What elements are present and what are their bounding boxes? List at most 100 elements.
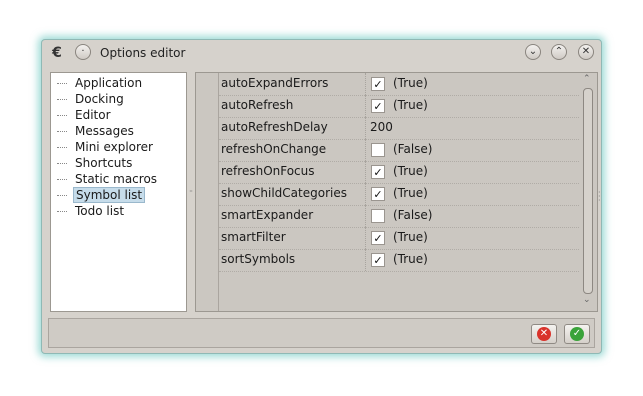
property-name: refreshOnChange [221, 142, 327, 156]
column-separator [365, 227, 366, 249]
tree-item-label: Shortcuts [75, 156, 133, 170]
checkmark-icon: ✓ [373, 254, 383, 267]
tree-item-label: Docking [75, 92, 124, 106]
property-grid[interactable]: ⌃ ⌄ autoExpandErrors ✓ (True) autoRefresh ✓ (… [195, 72, 598, 312]
tree-item[interactable]: Mini explorer [57, 139, 155, 155]
tree-item-label: Application [75, 76, 143, 90]
scroll-up-icon[interactable]: ⌃ [583, 74, 591, 84]
checkmark-icon: ✓ [373, 166, 383, 179]
property-checkbox[interactable]: ✓ [371, 99, 385, 113]
property-row[interactable]: smartFilter ✓ (True) [219, 227, 579, 250]
scroll-down-icon[interactable]: ⌄ [583, 295, 591, 305]
column-separator [365, 73, 366, 95]
property-name: sortSymbols [221, 252, 296, 266]
property-checkbox[interactable]: ✓ [371, 187, 385, 201]
grid-gutter [196, 73, 219, 311]
tree-branch-line [57, 195, 67, 196]
vertical-scrollbar[interactable]: ⌃ ⌄ [580, 74, 596, 310]
scrollbar-thumb[interactable] [583, 88, 593, 294]
property-row[interactable]: smartExpander (False) [219, 205, 579, 228]
property-name: smartFilter [221, 230, 286, 244]
minimize-button[interactable]: ⌄ [525, 44, 541, 60]
property-row[interactable]: refreshOnFocus ✓ (True) [219, 161, 579, 184]
tree-item[interactable]: Editor [57, 107, 113, 123]
property-row[interactable]: showChildCategories ✓ (True) [219, 183, 579, 206]
app-logo-icon[interactable]: € [49, 45, 65, 61]
ok-button[interactable]: ✓ [564, 324, 590, 344]
close-icon: ✕ [581, 46, 591, 57]
tree-item[interactable]: Symbol list [57, 187, 146, 203]
property-name: autoExpandErrors [221, 76, 329, 90]
grip-icon: ·· [189, 187, 193, 196]
column-separator [365, 249, 366, 271]
tree-branch-line [57, 115, 67, 116]
property-value: (True) [393, 76, 428, 90]
column-separator [365, 205, 366, 227]
checkmark-icon: ✓ [373, 78, 383, 91]
column-separator [365, 161, 366, 183]
close-button[interactable]: ✕ [578, 44, 594, 60]
column-separator [365, 139, 366, 161]
property-value: (False) [393, 208, 433, 222]
tree-item[interactable]: Todo list [57, 203, 126, 219]
menu-dot-button[interactable]: · [75, 44, 91, 60]
tree-item-label: Symbol list [73, 187, 146, 203]
property-checkbox[interactable]: ✓ [371, 77, 385, 91]
property-value: (True) [393, 186, 428, 200]
property-name: autoRefresh [221, 98, 294, 112]
checkmark-icon: ✓ [373, 232, 383, 245]
tree-item[interactable]: Application [57, 75, 144, 91]
tree-branch-line [57, 99, 67, 100]
property-row[interactable]: refreshOnChange (False) [219, 139, 579, 162]
cancel-button[interactable]: ✕ [531, 324, 557, 344]
property-value: (True) [393, 230, 428, 244]
property-value: (False) [393, 142, 433, 156]
property-value: (True) [393, 98, 428, 112]
property-row[interactable]: autoRefreshDelay 200 [219, 117, 579, 140]
tree-branch-line [57, 147, 67, 148]
side-grip-icon: · · · [598, 188, 601, 205]
window-title: Options editor [100, 46, 186, 60]
property-checkbox[interactable]: ✓ [371, 165, 385, 179]
category-tree[interactable]: Application Docking Editor Messages Mini exp… [50, 72, 187, 312]
property-row[interactable]: autoExpandErrors ✓ (True) [219, 73, 579, 96]
property-name: refreshOnFocus [221, 164, 315, 178]
property-name: showChildCategories [221, 186, 347, 200]
tree-item[interactable]: Docking [57, 91, 126, 107]
options-editor-window: € · Options editor ⌄ ⌃ ✕ Application Dock… [41, 39, 602, 354]
tree-item-label: Todo list [75, 204, 125, 218]
checkmark-icon: ✓ [373, 188, 383, 201]
tree-item-label: Static macros [75, 172, 158, 186]
column-separator [365, 95, 366, 117]
property-value-input[interactable]: 200 [370, 120, 393, 134]
tree-item[interactable]: Shortcuts [57, 155, 134, 171]
property-name: autoRefreshDelay [221, 120, 328, 134]
tree-branch-line [57, 163, 67, 164]
tree-branch-line [57, 131, 67, 132]
property-value: (True) [393, 164, 428, 178]
cancel-icon: ✕ [537, 327, 551, 341]
chevron-up-icon: ⌃ [554, 46, 564, 57]
splitter-handle[interactable]: ·· [188, 72, 194, 312]
title-bar[interactable]: € · Options editor ⌄ ⌃ ✕ [42, 40, 601, 66]
chevron-down-icon: ⌄ [528, 46, 538, 57]
tree-item[interactable]: Static macros [57, 171, 159, 187]
column-separator [365, 117, 366, 139]
tree-branch-line [57, 211, 67, 212]
property-checkbox[interactable]: ✓ [371, 231, 385, 245]
property-row[interactable]: autoRefresh ✓ (True) [219, 95, 579, 118]
tree-branch-line [57, 83, 67, 84]
property-row[interactable]: sortSymbols ✓ (True) [219, 249, 579, 272]
column-separator [365, 183, 366, 205]
tree-item-label: Messages [75, 124, 134, 138]
maximize-button[interactable]: ⌃ [551, 44, 567, 60]
tree-item-label: Editor [75, 108, 111, 122]
tree-item[interactable]: Messages [57, 123, 136, 139]
accept-icon: ✓ [570, 327, 584, 341]
property-checkbox[interactable] [371, 143, 385, 157]
property-checkbox[interactable] [371, 209, 385, 223]
checkmark-icon: ✓ [373, 100, 383, 113]
property-checkbox[interactable]: ✓ [371, 253, 385, 267]
tree-branch-line [57, 179, 67, 180]
tree-item-label: Mini explorer [75, 140, 153, 154]
